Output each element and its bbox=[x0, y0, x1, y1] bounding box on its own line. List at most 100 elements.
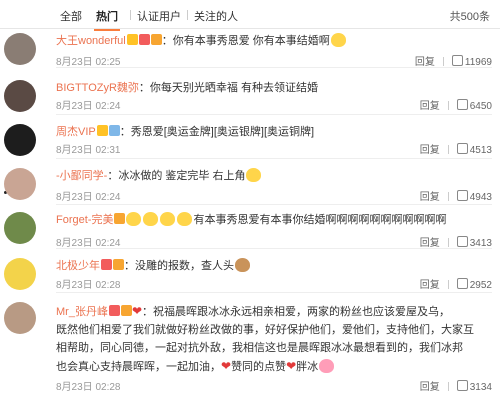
reply-button[interactable]: 回复 bbox=[420, 145, 440, 156]
username[interactable]: Forget-完美 bbox=[56, 214, 113, 226]
avatar[interactable] bbox=[4, 80, 36, 112]
comment-text: ：秀恩爱[奥运金牌][奥运银牌][奥运铜牌] bbox=[119, 126, 315, 138]
thumb-up-icon[interactable] bbox=[456, 380, 468, 391]
comment-text: 赞同的点赞 bbox=[231, 361, 287, 373]
reply-button[interactable]: 回复 bbox=[420, 382, 440, 393]
comment-actions: 回复 4943 bbox=[420, 188, 492, 203]
comment-date: 8月23日 02:25 bbox=[56, 57, 121, 68]
thumb-up-icon[interactable] bbox=[456, 236, 468, 247]
comment-actions: 回复 3413 bbox=[420, 234, 492, 249]
comment-item: Forget-完美 有本事秀恩爱有本事你结婚啊啊啊啊啊啊啊啊啊啊啊 8月23日 0… bbox=[4, 212, 492, 249]
comment-actions: 回复 3134 bbox=[420, 378, 492, 393]
comment-item: 大王wonderful ：你有本事秀恩爱 你有本事结婚啊 8月23日 02:25 … bbox=[4, 33, 492, 68]
reply-button[interactable]: 回复 bbox=[420, 280, 440, 291]
comment-actions: 回复 4513 bbox=[420, 141, 492, 156]
action-divider bbox=[447, 382, 449, 391]
thumb-up-icon[interactable] bbox=[451, 55, 463, 66]
heart-icon: ❤ bbox=[221, 359, 232, 373]
comment-text: ：你每天别光晒幸福 有种去领证结婚 bbox=[138, 82, 318, 94]
comment-item: 北极少年 ：没雕的报数，查人头 8月23日 02:28 回复 2952 bbox=[4, 258, 492, 293]
like-count: 11969 bbox=[464, 57, 492, 68]
username[interactable]: 周杰VIP bbox=[56, 126, 96, 138]
emoji-icon bbox=[330, 33, 346, 47]
heart-badge-icon bbox=[113, 259, 124, 270]
comment-date: 8月23日 02:24 bbox=[56, 238, 121, 249]
username[interactable]: 北极少年 bbox=[56, 260, 100, 272]
avatar[interactable] bbox=[4, 212, 36, 244]
pig-emoji-icon bbox=[319, 359, 335, 373]
comment-text: 既然他们相爱了我们就做好粉丝改做的事，好好保护他们，爱他们，支持他们，大家互 bbox=[56, 324, 474, 336]
emoji-icon bbox=[126, 212, 142, 226]
comment-text: 相帮助，同心同德，一起对抗外敌，我相信这也是晨晖跟冰冰最想看到的，我们冰邦 bbox=[56, 342, 463, 354]
avatar[interactable] bbox=[4, 124, 36, 156]
reply-button[interactable]: 回复 bbox=[420, 238, 440, 249]
tab-following[interactable]: 关注的人 bbox=[194, 8, 238, 24]
thumb-up-icon[interactable] bbox=[456, 143, 468, 154]
comment-actions: 回复 2952 bbox=[420, 276, 492, 291]
avatar[interactable] bbox=[4, 33, 36, 65]
action-divider bbox=[447, 238, 449, 247]
heart-badge-icon bbox=[114, 213, 126, 224]
comment-text: ：祝福晨晖跟冰冰永远相亲相爱，两家的粉丝也应该爱屋及乌， bbox=[142, 306, 451, 318]
like-count: 4943 bbox=[469, 192, 492, 203]
tab-verified[interactable]: 认证用户 bbox=[137, 8, 181, 24]
medal-badge-icon bbox=[138, 34, 150, 45]
thumb-up-icon[interactable] bbox=[456, 190, 468, 201]
comment-text: 有本事秀恩爱有本事你结婚啊啊啊啊啊啊啊啊啊啊啊 bbox=[193, 214, 447, 226]
comment-tabs: 全部 热门 认证用户 关注的人 共500条 bbox=[0, 0, 500, 31]
action-divider bbox=[442, 57, 444, 66]
heart-icon: ❤ bbox=[286, 359, 297, 373]
tab-hot[interactable]: 热门 bbox=[94, 8, 120, 31]
comment-body: -小鄙同学-：冰冰做的 鉴定完毕 右上角 bbox=[56, 168, 492, 184]
like-count: 2952 bbox=[469, 280, 492, 291]
comment-actions: 回复 11969 bbox=[415, 53, 492, 68]
thumb-up-icon[interactable] bbox=[456, 99, 468, 110]
thumb-up-icon[interactable] bbox=[456, 278, 468, 289]
username[interactable]: BIGTTOZyR魏弥 bbox=[56, 82, 139, 94]
reply-button[interactable]: 回复 bbox=[415, 57, 435, 68]
heart-icon: ❤ bbox=[131, 304, 143, 318]
tab-all[interactable]: 全部 bbox=[60, 8, 82, 24]
comment-text: ：冰冰做的 鉴定完毕 右上角 bbox=[107, 170, 246, 182]
username[interactable]: 大王wonderful bbox=[56, 35, 126, 47]
like-count: 3413 bbox=[469, 238, 492, 249]
comment-text: 胖冰 bbox=[296, 361, 319, 373]
action-divider bbox=[447, 192, 449, 201]
tab-divider bbox=[130, 10, 131, 20]
like-count: 6450 bbox=[469, 101, 492, 112]
comment-item: Mr_张丹峰 ❤：祝福晨晖跟冰冰永远相亲相爱，两家的粉丝也应该爱屋及乌， 既然他们… bbox=[4, 302, 492, 403]
heart-badge-icon bbox=[150, 34, 162, 45]
comment-body: 周杰VIP ：秀恩爱[奥运金牌][奥运银牌][奥运铜牌] bbox=[56, 124, 492, 140]
comment-date: 8月23日 02:24 bbox=[56, 101, 121, 112]
username[interactable]: Mr_张丹峰 bbox=[56, 306, 108, 318]
comment-body: BIGTTOZyR魏弥：你每天别光晒幸福 有种去领证结婚 bbox=[56, 80, 492, 96]
comment-text: ：没雕的报数，查人头 bbox=[124, 260, 234, 272]
reply-button[interactable]: 回复 bbox=[420, 192, 440, 203]
comment-date: 8月23日 02:28 bbox=[56, 280, 121, 291]
action-divider bbox=[447, 280, 449, 289]
reply-button[interactable]: 回复 bbox=[420, 101, 440, 112]
username[interactable]: -小鄙同学- bbox=[56, 170, 107, 182]
comment-date: 8月23日 02:28 bbox=[56, 382, 121, 393]
emoji-icon bbox=[246, 168, 262, 182]
comment-date: 8月23日 02:31 bbox=[56, 145, 121, 156]
like-count: 3134 bbox=[469, 382, 492, 393]
avatar[interactable] bbox=[4, 168, 36, 200]
emoji-icon bbox=[235, 258, 250, 272]
comment-actions: 回复 6450 bbox=[420, 97, 492, 112]
comment-item: BIGTTOZyR魏弥：你每天别光晒幸福 有种去领证结婚 8月23日 02:24… bbox=[4, 80, 492, 115]
comment-date: 8月23日 02:24 bbox=[56, 192, 121, 203]
comment-body: 北极少年 ：没雕的报数，查人头 bbox=[56, 258, 492, 274]
comment-body: Mr_张丹峰 ❤：祝福晨晖跟冰冰永远相亲相爱，两家的粉丝也应该爱屋及乌， 既然他们… bbox=[56, 302, 492, 376]
comment-text: ：你有本事秀恩爱 你有本事结婚啊 bbox=[161, 35, 330, 47]
comment-text: 也会真心支持晨晖晖，一起加油， bbox=[56, 361, 221, 373]
comment-body: Forget-完美 有本事秀恩爱有本事你结婚啊啊啊啊啊啊啊啊啊啊啊 bbox=[56, 212, 492, 228]
avatar[interactable] bbox=[4, 302, 36, 334]
heart-badge-icon bbox=[120, 305, 132, 316]
avatar[interactable] bbox=[4, 258, 36, 290]
emoji-icon bbox=[143, 212, 159, 226]
comment-item: 周杰VIP ：秀恩爱[奥运金牌][奥运银牌][奥运铜牌] 8月23日 02:31 … bbox=[4, 124, 492, 159]
comment-item: -小鄙同学-：冰冰做的 鉴定完毕 右上角 8月23日 02:24 回复 4943 bbox=[4, 168, 492, 205]
comment-body: 大王wonderful ：你有本事秀恩爱 你有本事结婚啊 bbox=[56, 33, 492, 49]
emoji-icon bbox=[177, 212, 193, 226]
